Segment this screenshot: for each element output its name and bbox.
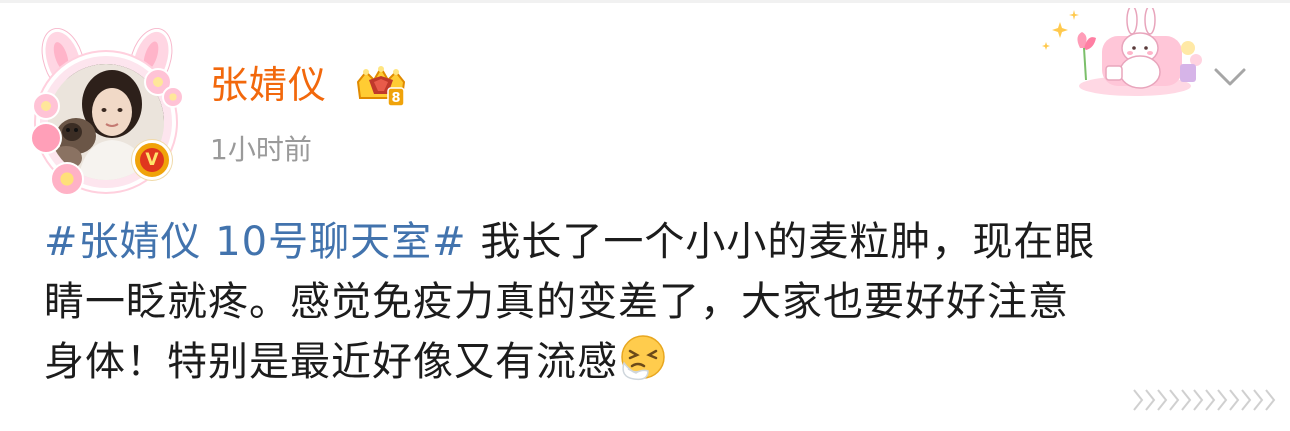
verified-badge: V — [132, 140, 172, 180]
weibo-post-card: V 张婧仪 8 1小时前 #张婧仪 10号聊天室# 我长了一个小小的麦粒肿，现在… — [0, 0, 1290, 431]
hashtag-link[interactable]: #张婧仪 10号聊天室# — [44, 219, 467, 265]
sneezing-face-icon — [618, 333, 668, 383]
svg-text:8: 8 — [391, 91, 400, 106]
crown-member-icon[interactable]: 8 — [352, 66, 410, 110]
flower-icon — [162, 86, 184, 108]
top-divider — [0, 0, 1290, 3]
post-text-line-1: 我长了一个小小的麦粒肿，现在眼 — [480, 219, 1096, 265]
expand-arrows-icon[interactable] — [1128, 386, 1284, 414]
post-timestamp: 1小时前 — [210, 133, 312, 166]
flower-icon — [50, 162, 84, 196]
author-name[interactable]: 张婧仪 — [210, 62, 327, 108]
paw-icon — [30, 122, 62, 154]
bunny-decoration-icon — [1042, 8, 1202, 96]
post-content: #张婧仪 10号聊天室# 我长了一个小小的麦粒肿，现在眼睛一眨就疼。感觉免疫力真… — [44, 212, 1254, 392]
avatar-with-frame[interactable]: V — [30, 22, 184, 196]
verified-badge-label: V — [140, 148, 164, 172]
flower-icon — [32, 92, 60, 120]
post-text-line-3: 身体！特别是最近好像又有流感 — [44, 339, 618, 385]
chevron-down-icon[interactable] — [1212, 62, 1248, 90]
post-text-line-2: 睛一眨就疼。感觉免疫力真的变差了，大家也要好好注意 — [44, 279, 1069, 325]
